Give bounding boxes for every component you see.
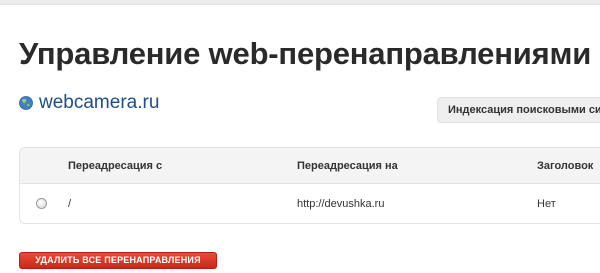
row-to: http://devushka.ru bbox=[297, 198, 385, 210]
row-select-radio[interactable] bbox=[36, 198, 47, 209]
site-header: webcamera.ru bbox=[19, 92, 159, 114]
site-link[interactable]: webcamera.ru bbox=[39, 92, 159, 114]
top-bar bbox=[0, 0, 600, 5]
delete-all-button[interactable]: УДАЛИТЬ ВСЕ ПЕРЕНАПРАВЛЕНИЯ bbox=[19, 252, 217, 269]
row-from: / bbox=[68, 198, 72, 210]
column-header-from: Переадресация с bbox=[68, 160, 163, 172]
globe-icon bbox=[19, 96, 33, 110]
indexing-button[interactable]: Индексация поисковыми си bbox=[437, 97, 600, 123]
redirects-table: Переадресация с Переадресация на Заголов… bbox=[19, 147, 600, 224]
table-row: / http://devushka.ru Нет bbox=[20, 184, 600, 223]
row-header: Нет bbox=[537, 198, 556, 210]
column-header-title: Заголовок bbox=[537, 160, 594, 172]
page-title: Управление web-перенаправлениями bbox=[19, 36, 592, 71]
table-header: Переадресация с Переадресация на Заголов… bbox=[20, 148, 600, 184]
column-header-to: Переадресация на bbox=[297, 160, 398, 172]
